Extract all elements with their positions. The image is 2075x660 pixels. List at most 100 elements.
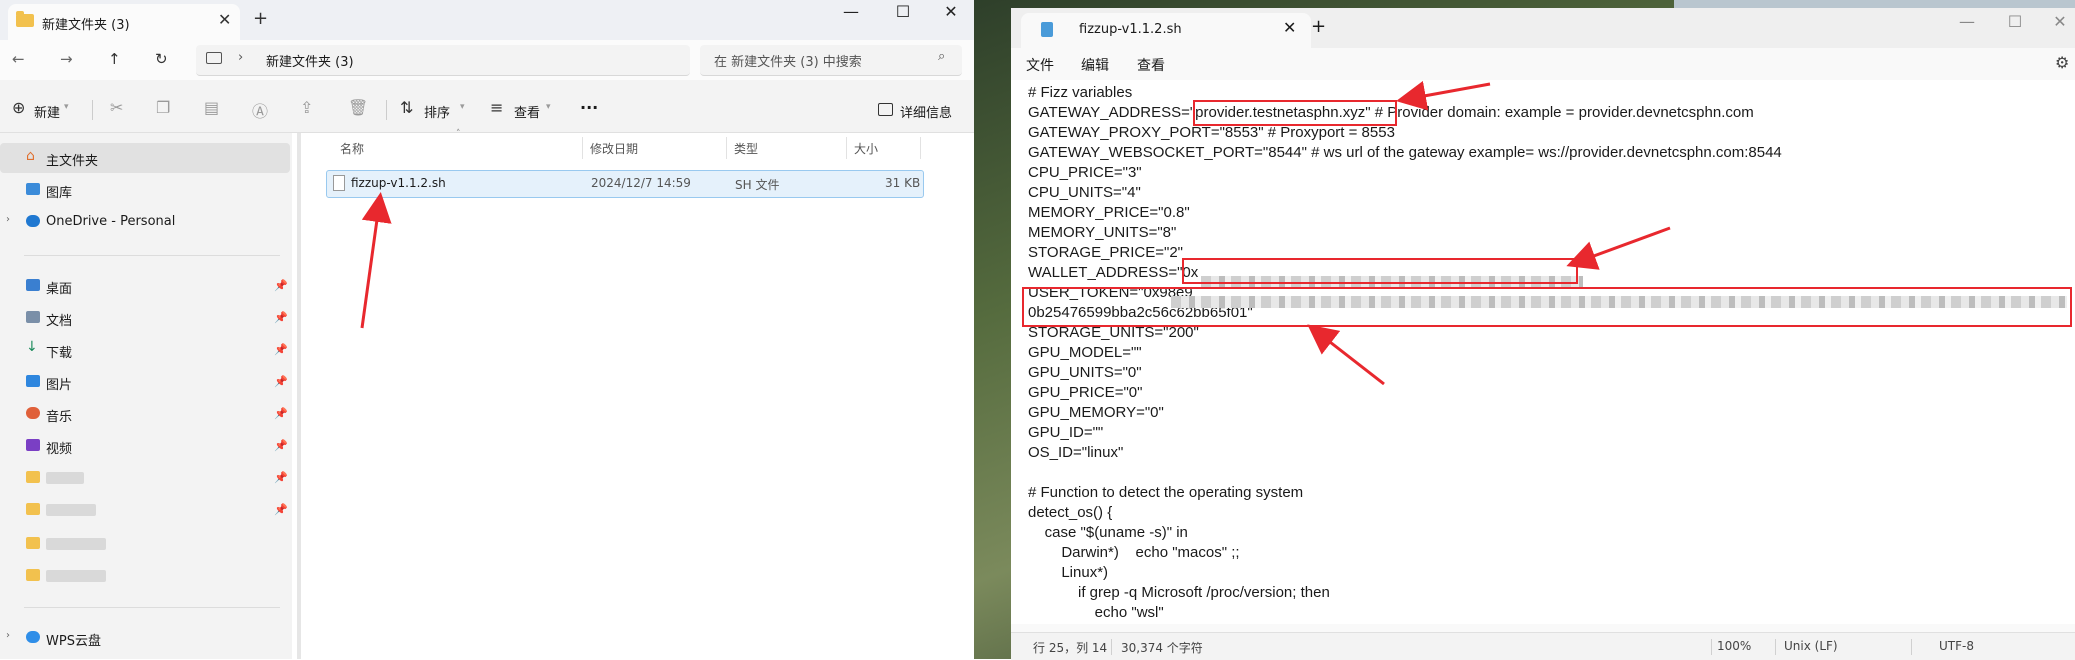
cloud-icon bbox=[26, 631, 40, 643]
minimize-button[interactable]: — bbox=[1952, 12, 1982, 31]
downloads-icon: ↓ bbox=[26, 339, 38, 355]
search-icon: ⌕ bbox=[938, 49, 946, 64]
sidebar-item-videos[interactable]: 视频 📌 bbox=[0, 431, 290, 461]
code-line: GATEWAY_WEBSOCKET_PORT="8544" # ws url o… bbox=[1028, 144, 1782, 161]
character-count: 30,374 个字符 bbox=[1121, 641, 1203, 655]
sidebar-item-gallery[interactable]: 图库 bbox=[0, 175, 290, 205]
sidebar-item-onedrive[interactable]: › OneDrive - Personal bbox=[0, 207, 290, 237]
code-line: Darwin*) echo "macos" ;; bbox=[1028, 544, 1240, 561]
column-header-type[interactable]: 类型 bbox=[734, 140, 758, 157]
menu-file[interactable]: 文件 bbox=[1026, 55, 1054, 75]
sidebar-item-wps[interactable]: › WPS云盘 bbox=[0, 623, 290, 653]
settings-gear-icon[interactable]: ⚙ bbox=[2055, 53, 2069, 72]
sidebar-item-redacted[interactable]: 📌 bbox=[0, 463, 290, 493]
refresh-button[interactable]: ↻ bbox=[155, 50, 168, 68]
menu-view[interactable]: 查看 bbox=[1137, 55, 1165, 75]
encoding[interactable]: UTF-8 bbox=[1939, 639, 1974, 653]
sort-icon: ⇅ bbox=[400, 98, 414, 117]
sidebar-item-home[interactable]: ⌂ 主文件夹 bbox=[0, 143, 290, 173]
annotation-box-gateway bbox=[1193, 100, 1397, 126]
sidebar-item-redacted[interactable] bbox=[0, 561, 290, 591]
pin-icon[interactable]: 📌 bbox=[274, 311, 288, 324]
details-button[interactable]: 详细信息 bbox=[900, 102, 952, 121]
chevron-right-icon[interactable]: › bbox=[6, 630, 10, 641]
new-tab-button[interactable]: + bbox=[1311, 16, 1326, 37]
sidebar-item-redacted[interactable] bbox=[0, 529, 290, 559]
notepad-text-area[interactable]: echo "wsl" if grep -q Microsoft /proc/ve… bbox=[1011, 80, 2075, 624]
redacted-label bbox=[46, 538, 106, 550]
up-button[interactable]: ↑ bbox=[108, 50, 121, 68]
minimize-button[interactable]: — bbox=[836, 2, 866, 21]
sidebar-item-label: WPS云盘 bbox=[46, 634, 101, 649]
column-separator[interactable] bbox=[846, 137, 847, 159]
breadcrumb-separator: › bbox=[238, 50, 244, 65]
new-tab-button[interactable]: + bbox=[253, 8, 268, 29]
folder-icon bbox=[26, 471, 40, 483]
status-separator bbox=[1711, 639, 1712, 655]
file-type: SH 文件 bbox=[735, 178, 780, 192]
sidebar-item-downloads[interactable]: ↓ 下载 📌 bbox=[0, 335, 290, 365]
chevron-down-icon: ▾ bbox=[460, 102, 465, 112]
chevron-right-icon[interactable]: › bbox=[6, 214, 10, 225]
copy-icon[interactable]: ❐ bbox=[156, 98, 170, 117]
column-separator[interactable] bbox=[582, 137, 583, 159]
explorer-body: ⌂ 主文件夹 图库 › OneDrive - Personal 桌面 📌 文档 bbox=[0, 129, 974, 659]
sidebar-item-desktop[interactable]: 桌面 📌 bbox=[0, 271, 290, 301]
file-size: 31 KB bbox=[885, 176, 921, 190]
menu-edit[interactable]: 编辑 bbox=[1081, 55, 1109, 75]
share-icon[interactable]: ⇪ bbox=[300, 98, 313, 117]
close-window-button[interactable]: ✕ bbox=[2045, 12, 2075, 31]
view-icon: ≡ bbox=[490, 98, 504, 117]
back-button[interactable]: ← bbox=[12, 50, 25, 68]
more-options-button[interactable]: ··· bbox=[580, 98, 598, 117]
redacted-label bbox=[46, 570, 106, 582]
cut-icon[interactable]: ✂ bbox=[110, 98, 123, 117]
code-line: detect_os() { bbox=[1028, 504, 1113, 521]
code-line: MEMORY_UNITS="8" bbox=[1028, 224, 1177, 241]
sidebar-item-music[interactable]: 音乐 📌 bbox=[0, 399, 290, 429]
sidebar-item-documents[interactable]: 文档 📌 bbox=[0, 303, 290, 333]
close-window-button[interactable]: ✕ bbox=[936, 2, 966, 21]
address-bar[interactable]: › 新建文件夹 (3) bbox=[196, 45, 690, 76]
pin-icon[interactable]: 📌 bbox=[274, 439, 288, 452]
annotation-box-wallet bbox=[1182, 258, 1578, 284]
sidebar-item-label: OneDrive - Personal bbox=[46, 214, 176, 229]
navigation-pane: ⌂ 主文件夹 图库 › OneDrive - Personal 桌面 📌 文档 bbox=[0, 133, 292, 659]
zoom-level[interactable]: 100% bbox=[1717, 639, 1751, 653]
new-button[interactable]: 新建 bbox=[34, 102, 60, 121]
pin-icon[interactable]: 📌 bbox=[274, 279, 288, 292]
rename-icon[interactable]: Ⓐ bbox=[252, 98, 268, 122]
file-explorer-window: 新建文件夹 (3) ✕ + — ☐ ✕ ← → ↑ ↻ › 新建文件夹 (3) … bbox=[0, 0, 974, 659]
sidebar-item-redacted[interactable]: 📌 bbox=[0, 495, 290, 525]
search-box[interactable]: 在 新建文件夹 (3) 中搜索 ⌕ bbox=[700, 45, 962, 76]
pin-icon[interactable]: 📌 bbox=[274, 343, 288, 356]
close-tab-icon[interactable]: ✕ bbox=[218, 10, 231, 29]
details-pane-icon bbox=[878, 103, 893, 116]
breadcrumb[interactable]: 新建文件夹 (3) bbox=[266, 51, 354, 70]
column-header-date[interactable]: 修改日期 bbox=[590, 140, 638, 157]
column-header-name[interactable]: 名称 bbox=[340, 140, 364, 157]
column-separator[interactable] bbox=[726, 137, 727, 159]
maximize-button[interactable]: ☐ bbox=[888, 2, 918, 21]
column-header-size[interactable]: 大小 bbox=[854, 140, 878, 157]
close-tab-icon[interactable]: ✕ bbox=[1283, 18, 1296, 37]
search-input[interactable]: 在 新建文件夹 (3) 中搜索 bbox=[714, 51, 862, 70]
pin-icon[interactable]: 📌 bbox=[274, 503, 288, 516]
notepad-tab[interactable]: fizzup-v1.1.2.sh ✕ bbox=[1021, 13, 1311, 48]
pane-splitter[interactable] bbox=[297, 133, 301, 659]
view-button[interactable]: 查看 bbox=[514, 102, 540, 121]
sidebar-item-pictures[interactable]: 图片 📌 bbox=[0, 367, 290, 397]
paste-icon[interactable]: ▤ bbox=[204, 98, 219, 117]
sort-button[interactable]: 排序 bbox=[424, 102, 450, 121]
delete-icon[interactable]: 🗑 bbox=[348, 98, 368, 117]
explorer-tab[interactable]: 新建文件夹 (3) ✕ bbox=[8, 4, 240, 40]
pin-icon[interactable]: 📌 bbox=[274, 375, 288, 388]
forward-button[interactable]: → bbox=[60, 50, 73, 68]
pin-icon[interactable]: 📌 bbox=[274, 407, 288, 420]
line-ending[interactable]: Unix (LF) bbox=[1784, 639, 1838, 653]
command-bar: ⊕ 新建 ▾ ✂ ❐ ▤ Ⓐ ⇪ 🗑 ⇅ 排序 ▾ ≡ 查看 ▾ ··· 详细信… bbox=[0, 88, 974, 133]
file-row[interactable]: fizzup-v1.1.2.sh 2024/12/7 14:59 SH 文件 3… bbox=[326, 170, 924, 198]
pin-icon[interactable]: 📌 bbox=[274, 471, 288, 484]
column-separator[interactable] bbox=[920, 137, 921, 159]
maximize-button[interactable]: ☐ bbox=[2000, 12, 2030, 31]
